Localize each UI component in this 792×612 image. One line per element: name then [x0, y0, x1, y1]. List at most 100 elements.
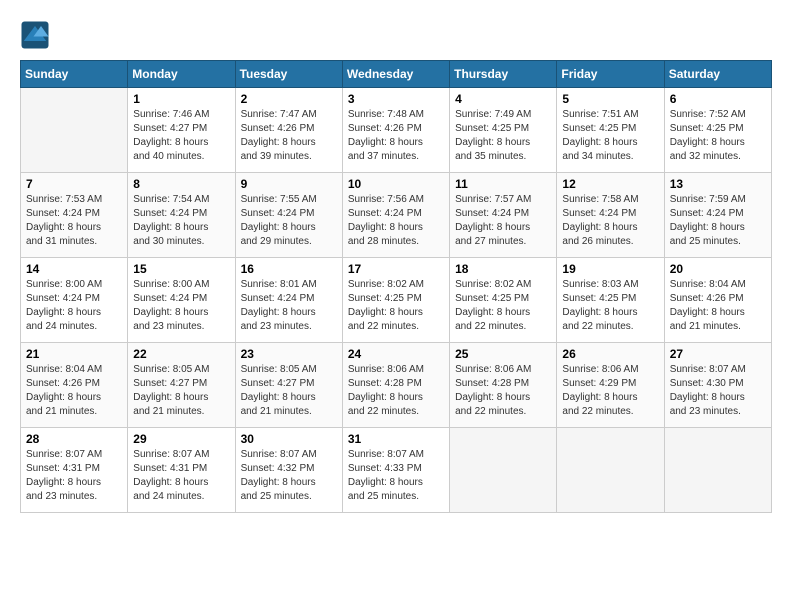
calendar-cell: 20 Sunrise: 8:04 AM Sunset: 4:26 PM Dayli… — [664, 258, 771, 343]
calendar-cell: 26 Sunrise: 8:06 AM Sunset: 4:29 PM Dayli… — [557, 343, 664, 428]
calendar-cell: 16 Sunrise: 8:01 AM Sunset: 4:24 PM Dayli… — [235, 258, 342, 343]
day-info: Sunrise: 8:02 AM Sunset: 4:25 PM Dayligh… — [455, 278, 551, 334]
day-number: 25 — [455, 347, 551, 361]
calendar-cell: 31 Sunrise: 8:07 AM Sunset: 4:33 PM Dayli… — [342, 428, 449, 513]
day-info: Sunrise: 8:01 AM Sunset: 4:24 PM Dayligh… — [241, 278, 337, 334]
day-number: 5 — [562, 92, 658, 106]
calendar-cell: 15Sunrise: 8:00 AM Sunset: 4:24 PM Dayli… — [128, 258, 235, 343]
day-info: Sunrise: 7:58 AM Sunset: 4:24 PM Dayligh… — [562, 193, 658, 249]
day-number: 7 — [26, 177, 122, 191]
calendar-week-4: 21 Sunrise: 8:04 AM Sunset: 4:26 PM Dayli… — [21, 343, 772, 428]
calendar: SundayMondayTuesdayWednesdayThursdayFrid… — [20, 60, 772, 513]
day-info: Sunrise: 8:06 AM Sunset: 4:28 PM Dayligh… — [348, 363, 444, 419]
day-info: Sunrise: 8:06 AM Sunset: 4:28 PM Dayligh… — [455, 363, 551, 419]
day-number: 19 — [562, 262, 658, 276]
day-number: 12 — [562, 177, 658, 191]
calendar-cell: 9 Sunrise: 7:55 AM Sunset: 4:24 PM Daylig… — [235, 173, 342, 258]
calendar-cell: 29Sunrise: 8:07 AM Sunset: 4:31 PM Dayli… — [128, 428, 235, 513]
calendar-cell — [664, 428, 771, 513]
calendar-cell: 30 Sunrise: 8:07 AM Sunset: 4:32 PM Dayli… — [235, 428, 342, 513]
day-number: 18 — [455, 262, 551, 276]
calendar-week-2: 7 Sunrise: 7:53 AM Sunset: 4:24 PM Daylig… — [21, 173, 772, 258]
calendar-cell: 11 Sunrise: 7:57 AM Sunset: 4:24 PM Dayli… — [450, 173, 557, 258]
day-info: Sunrise: 8:07 AM Sunset: 4:30 PM Dayligh… — [670, 363, 766, 419]
weekday-header-wednesday: Wednesday — [342, 61, 449, 88]
day-info: Sunrise: 8:02 AM Sunset: 4:25 PM Dayligh… — [348, 278, 444, 334]
day-number: 24 — [348, 347, 444, 361]
day-number: 20 — [670, 262, 766, 276]
calendar-cell: 18 Sunrise: 8:02 AM Sunset: 4:25 PM Dayli… — [450, 258, 557, 343]
weekday-header-tuesday: Tuesday — [235, 61, 342, 88]
day-info: Sunrise: 7:56 AM Sunset: 4:24 PM Dayligh… — [348, 193, 444, 249]
weekday-header-friday: Friday — [557, 61, 664, 88]
day-number: 11 — [455, 177, 551, 191]
day-info: Sunrise: 7:53 AM Sunset: 4:24 PM Dayligh… — [26, 193, 122, 249]
day-info: Sunrise: 7:59 AM Sunset: 4:24 PM Dayligh… — [670, 193, 766, 249]
day-info: Sunrise: 7:52 AM Sunset: 4:25 PM Dayligh… — [670, 108, 766, 164]
day-info: Sunrise: 8:04 AM Sunset: 4:26 PM Dayligh… — [670, 278, 766, 334]
calendar-cell: 12 Sunrise: 7:58 AM Sunset: 4:24 PM Dayli… — [557, 173, 664, 258]
weekday-header-sunday: Sunday — [21, 61, 128, 88]
calendar-cell — [450, 428, 557, 513]
calendar-header-row: SundayMondayTuesdayWednesdayThursdayFrid… — [21, 61, 772, 88]
calendar-cell: 23 Sunrise: 8:05 AM Sunset: 4:27 PM Dayli… — [235, 343, 342, 428]
calendar-cell: 3 Sunrise: 7:48 AM Sunset: 4:26 PM Daylig… — [342, 88, 449, 173]
day-info: Sunrise: 8:07 AM Sunset: 4:31 PM Dayligh… — [26, 448, 122, 504]
day-number: 23 — [241, 347, 337, 361]
calendar-body: 1 Sunrise: 7:46 AM Sunset: 4:27 PM Daylig… — [21, 88, 772, 513]
weekday-header-saturday: Saturday — [664, 61, 771, 88]
calendar-cell: 10 Sunrise: 7:56 AM Sunset: 4:24 PM Dayli… — [342, 173, 449, 258]
logo — [20, 20, 54, 50]
day-info: Sunrise: 8:05 AM Sunset: 4:27 PM Dayligh… — [241, 363, 337, 419]
day-number: 6 — [670, 92, 766, 106]
day-number: 3 — [348, 92, 444, 106]
calendar-cell: 5Sunrise: 7:51 AM Sunset: 4:25 PM Daylig… — [557, 88, 664, 173]
day-number: 1 — [133, 92, 229, 106]
calendar-cell: 22 Sunrise: 8:05 AM Sunset: 4:27 PM Dayli… — [128, 343, 235, 428]
day-info: Sunrise: 8:03 AM Sunset: 4:25 PM Dayligh… — [562, 278, 658, 334]
day-info: Sunrise: 8:05 AM Sunset: 4:27 PM Dayligh… — [133, 363, 229, 419]
day-info: Sunrise: 8:07 AM Sunset: 4:32 PM Dayligh… — [241, 448, 337, 504]
weekday-header-thursday: Thursday — [450, 61, 557, 88]
calendar-cell: 17Sunrise: 8:02 AM Sunset: 4:25 PM Dayli… — [342, 258, 449, 343]
day-number: 8 — [133, 177, 229, 191]
day-info: Sunrise: 8:07 AM Sunset: 4:33 PM Dayligh… — [348, 448, 444, 504]
day-info: Sunrise: 8:04 AM Sunset: 4:26 PM Dayligh… — [26, 363, 122, 419]
calendar-cell: 1 Sunrise: 7:46 AM Sunset: 4:27 PM Daylig… — [128, 88, 235, 173]
day-number: 15 — [133, 262, 229, 276]
day-info: Sunrise: 8:00 AM Sunset: 4:24 PM Dayligh… — [26, 278, 122, 334]
day-info: Sunrise: 7:47 AM Sunset: 4:26 PM Dayligh… — [241, 108, 337, 164]
day-number: 4 — [455, 92, 551, 106]
calendar-cell: 4Sunrise: 7:49 AM Sunset: 4:25 PM Daylig… — [450, 88, 557, 173]
day-number: 9 — [241, 177, 337, 191]
day-number: 27 — [670, 347, 766, 361]
day-info: Sunrise: 7:48 AM Sunset: 4:26 PM Dayligh… — [348, 108, 444, 164]
day-number: 22 — [133, 347, 229, 361]
day-info: Sunrise: 7:54 AM Sunset: 4:24 PM Dayligh… — [133, 193, 229, 249]
calendar-cell: 21 Sunrise: 8:04 AM Sunset: 4:26 PM Dayli… — [21, 343, 128, 428]
day-number: 31 — [348, 432, 444, 446]
calendar-cell: 13 Sunrise: 7:59 AM Sunset: 4:24 PM Dayli… — [664, 173, 771, 258]
calendar-cell: 2Sunrise: 7:47 AM Sunset: 4:26 PM Daylig… — [235, 88, 342, 173]
day-number: 10 — [348, 177, 444, 191]
day-number: 13 — [670, 177, 766, 191]
day-info: Sunrise: 7:46 AM Sunset: 4:27 PM Dayligh… — [133, 108, 229, 164]
day-info: Sunrise: 8:06 AM Sunset: 4:29 PM Dayligh… — [562, 363, 658, 419]
calendar-cell: 25 Sunrise: 8:06 AM Sunset: 4:28 PM Dayli… — [450, 343, 557, 428]
day-number: 29 — [133, 432, 229, 446]
day-number: 21 — [26, 347, 122, 361]
calendar-week-1: 1 Sunrise: 7:46 AM Sunset: 4:27 PM Daylig… — [21, 88, 772, 173]
day-number: 16 — [241, 262, 337, 276]
day-info: Sunrise: 7:55 AM Sunset: 4:24 PM Dayligh… — [241, 193, 337, 249]
calendar-week-3: 14Sunrise: 8:00 AM Sunset: 4:24 PM Dayli… — [21, 258, 772, 343]
calendar-cell: 8 Sunrise: 7:54 AM Sunset: 4:24 PM Daylig… — [128, 173, 235, 258]
day-number: 26 — [562, 347, 658, 361]
calendar-cell: 28Sunrise: 8:07 AM Sunset: 4:31 PM Dayli… — [21, 428, 128, 513]
calendar-cell — [557, 428, 664, 513]
calendar-week-5: 28Sunrise: 8:07 AM Sunset: 4:31 PM Dayli… — [21, 428, 772, 513]
day-number: 30 — [241, 432, 337, 446]
page-header — [20, 20, 772, 50]
day-info: Sunrise: 7:57 AM Sunset: 4:24 PM Dayligh… — [455, 193, 551, 249]
calendar-cell: 19 Sunrise: 8:03 AM Sunset: 4:25 PM Dayli… — [557, 258, 664, 343]
calendar-cell: 14Sunrise: 8:00 AM Sunset: 4:24 PM Dayli… — [21, 258, 128, 343]
